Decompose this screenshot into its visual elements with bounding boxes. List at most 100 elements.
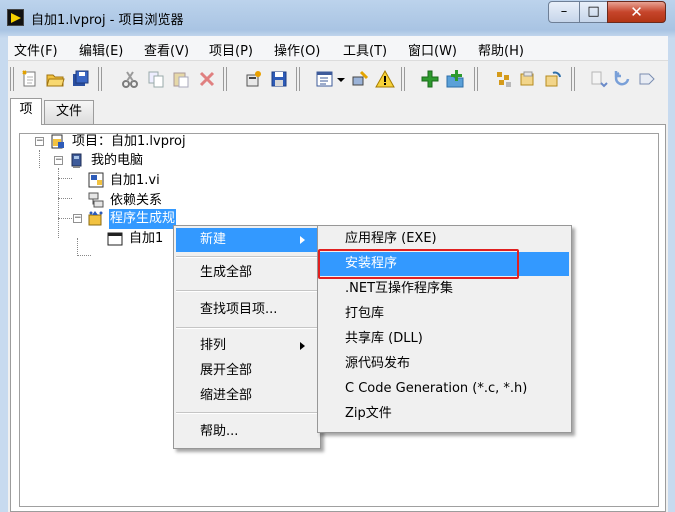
menu-expand-all[interactable]: 展开全部 [176, 359, 318, 383]
project-icon [51, 134, 64, 149]
submenu-c-code-generation-label: C Code Generation (*.c, *.h) [345, 381, 528, 396]
menu-build-all-label: 生成全部 [200, 265, 253, 280]
tree-connector [77, 255, 91, 256]
minimize-icon: – [560, 4, 568, 19]
window-title: 自加1.lvproj - 项目浏览器 [31, 13, 184, 28]
project-explorer-window: 自加1.lvproj - 项目浏览器 – □ ✕ 文件(F) 编辑(E) 查看(… [0, 0, 675, 512]
toolbar-separator [98, 67, 102, 91]
tab-files[interactable]: 文件 [44, 100, 94, 124]
project-expander[interactable]: − [35, 137, 44, 146]
menu-project[interactable]: 项目(P) [209, 40, 253, 59]
tab-items-label: 项 [19, 102, 33, 117]
undo-icon[interactable] [589, 69, 609, 89]
menu-help-item[interactable]: 帮助... [176, 420, 318, 444]
menu-arrange-label: 排列 [200, 338, 227, 353]
submenu-application-exe-label: 应用程序 (EXE) [345, 231, 437, 246]
menu-collapse-all-label: 缩进全部 [200, 388, 253, 403]
deploy-icon[interactable] [518, 69, 538, 89]
menu-new[interactable]: 新建 [176, 228, 318, 252]
build-specs-expander[interactable]: − [73, 214, 82, 223]
refresh-icon[interactable] [543, 69, 563, 89]
dropdown-arrow-icon[interactable] [336, 69, 346, 89]
minimize-button[interactable]: – [548, 1, 580, 23]
menu-build-all[interactable]: 生成全部 [176, 261, 318, 285]
maximize-icon: □ [587, 4, 600, 19]
tree-connector [39, 150, 40, 168]
menu-help[interactable]: 帮助(H) [478, 40, 524, 59]
tree-connector [58, 178, 72, 179]
copy-icon[interactable] [146, 69, 166, 89]
warning-icon[interactable] [375, 69, 395, 89]
submenu-dotnet-assembly-label: .NET互操作程序集 [345, 281, 454, 296]
properties-icon[interactable] [244, 69, 264, 89]
paste-icon[interactable] [171, 69, 191, 89]
toolbar-separator [401, 67, 405, 91]
submenu-source-distribution[interactable]: 源代码发布 [320, 352, 569, 376]
save-all-icon[interactable] [70, 69, 90, 89]
toolbar-separator [474, 67, 478, 91]
submenu-zip-file[interactable]: Zip文件 [320, 402, 569, 426]
forward-icon[interactable] [637, 69, 657, 89]
menu-view[interactable]: 查看(V) [144, 40, 189, 59]
tree-connector [77, 238, 78, 254]
tree-vi-item[interactable]: 自加1.vi [110, 171, 160, 191]
tree-connector [58, 218, 72, 219]
close-button[interactable]: ✕ [607, 1, 666, 23]
menu-help-item-label: 帮助... [200, 424, 239, 439]
build-icon[interactable] [494, 69, 514, 89]
menu-collapse-all[interactable]: 缩进全部 [176, 384, 318, 408]
submenu-shared-library-dll[interactable]: 共享库 (DLL) [320, 327, 569, 351]
toolbar-separator [296, 67, 300, 91]
menu-separator [176, 412, 318, 414]
add-item-icon[interactable] [420, 69, 440, 89]
menu-find-items-label: 查找项目项... [200, 302, 278, 317]
tree-view-icon[interactable] [315, 69, 335, 89]
submenu-c-code-generation[interactable]: C Code Generation (*.c, *.h) [320, 377, 569, 401]
toolbar-grip[interactable] [10, 67, 14, 91]
submenu-arrow-icon [300, 236, 305, 244]
menu-file[interactable]: 文件(F) [14, 40, 58, 59]
toolbar [8, 62, 668, 96]
menu-tools[interactable]: 工具(T) [343, 40, 387, 59]
new-file-icon[interactable] [20, 69, 40, 89]
submenu-zip-file-label: Zip文件 [345, 406, 392, 421]
tab-files-label: 文件 [55, 104, 82, 119]
submenu-shared-library-dll-label: 共享库 (DLL) [345, 331, 423, 346]
save-icon[interactable] [269, 69, 289, 89]
menu-window[interactable]: 窗口(W) [408, 40, 457, 59]
tree-build-child[interactable]: 自加1 [129, 229, 163, 249]
menu-arrange[interactable]: 排列 [176, 334, 318, 358]
menu-find-items[interactable]: 查找项目项... [176, 298, 318, 322]
my-computer-expander[interactable]: − [54, 156, 63, 165]
menu-expand-all-label: 展开全部 [200, 363, 253, 378]
submenu-dotnet-assembly[interactable]: .NET互操作程序集 [320, 277, 569, 301]
tree-project-label[interactable]: 项目：自加1.lvproj [72, 132, 186, 152]
vi-file-icon [88, 172, 104, 188]
toolbar-separator [223, 67, 227, 91]
menu-edit[interactable]: 编辑(E) [79, 40, 123, 59]
context-menu: 新建 生成全部 查找项目项... 排列 展开全部 缩进全部 帮助... [173, 225, 321, 449]
tree-dependencies[interactable]: 依赖关系 [110, 191, 162, 211]
menu-operate[interactable]: 操作(O) [274, 40, 320, 59]
menu-new-label: 新建 [200, 232, 227, 247]
title-bar[interactable]: 自加1.lvproj - 项目浏览器 – □ ✕ [0, 0, 675, 36]
computer-icon [71, 153, 82, 168]
menu-bar: 文件(F) 编辑(E) 查看(V) 项目(P) 操作(O) 工具(T) 窗口(W… [8, 36, 668, 61]
tree-build-specs[interactable]: 程序生成规 [109, 209, 177, 229]
submenu-packed-library[interactable]: 打包库 [320, 302, 569, 326]
close-icon: ✕ [630, 3, 643, 21]
delete-icon[interactable] [197, 69, 217, 89]
cut-icon[interactable] [120, 69, 140, 89]
tools-icon[interactable] [350, 69, 370, 89]
submenu-arrow-icon [300, 342, 305, 350]
menu-separator [176, 256, 318, 258]
open-folder-icon[interactable] [45, 69, 65, 89]
add-folder-icon[interactable] [445, 69, 465, 89]
tab-items[interactable]: 项 [10, 98, 42, 125]
tree-connector [58, 198, 72, 199]
menu-separator [176, 327, 318, 329]
maximize-button[interactable]: □ [579, 1, 608, 23]
submenu-application-exe[interactable]: 应用程序 (EXE) [320, 227, 569, 251]
redo-icon[interactable] [613, 69, 633, 89]
tree-my-computer[interactable]: 我的电脑 [91, 151, 143, 171]
